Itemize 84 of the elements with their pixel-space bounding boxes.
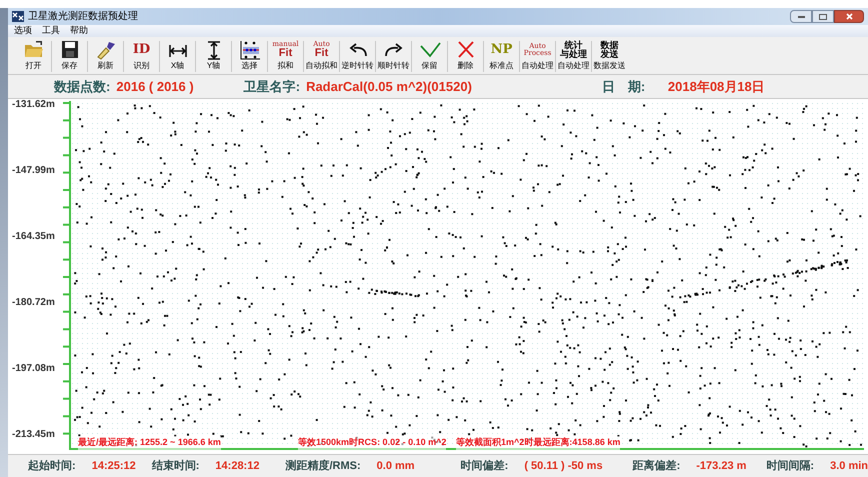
toolbar-button[interactable]: 逆时针转: [340, 39, 376, 74]
toolbar-label: 拟和: [278, 60, 294, 72]
menu-item[interactable]: 工具: [42, 24, 60, 38]
toolbar-button[interactable]: ID 识别: [124, 39, 160, 74]
status-value: 14:25:12: [92, 458, 136, 474]
rotate-right-icon: [384, 43, 402, 56]
axis-label: -131.62m: [12, 98, 55, 112]
icon-label: Fit: [314, 48, 328, 58]
toolbar-label: 选择: [242, 60, 258, 72]
app-icon: [12, 11, 24, 22]
info-label: 卫星名字:: [244, 78, 300, 96]
status-label: 测距精度/RMS:: [285, 458, 361, 474]
toolbar-label: 标准点: [490, 60, 514, 72]
close-icon: [458, 41, 474, 58]
status-value: 14:28:12: [215, 458, 260, 474]
toolbar-button[interactable]: 保留: [412, 39, 448, 74]
toolbar-label: X轴: [170, 60, 184, 72]
icon-label: ID: [132, 43, 150, 56]
status-value: 0.0 mm: [376, 458, 416, 474]
plot-note: 等效截面积1m^2时最远距离:4158.86 km: [456, 436, 620, 450]
axis-label: -180.72m: [12, 296, 55, 310]
toolbar-label: 保存: [62, 60, 78, 72]
toolbar-label: 删除: [458, 60, 474, 72]
check-icon: [420, 42, 440, 58]
toolbar-label: 顺时针转: [378, 60, 410, 72]
status-label: 起始时间:: [28, 458, 76, 474]
info-label: 日 期:: [602, 78, 646, 96]
info-label: 数据点数:: [54, 78, 110, 96]
icon-label: 发送: [600, 50, 619, 58]
toolbar-label: 自动处理: [558, 60, 590, 72]
icon-label: 统计: [564, 40, 583, 50]
status-label: 距离偏差:: [632, 458, 680, 474]
toolbar-label: 保留: [422, 60, 438, 72]
toolbar-label: 自动处理: [522, 60, 554, 72]
minimize-button[interactable]: [790, 10, 812, 23]
status-label: 时间偏差:: [460, 458, 508, 474]
brush-icon: [96, 42, 115, 60]
toolbar-button[interactable]: Y轴: [196, 39, 232, 74]
status-value: 3.0 min: [830, 458, 868, 474]
toolbar-label: 逆时针转: [342, 60, 374, 72]
toolbar-button[interactable]: 刷新: [88, 39, 124, 74]
axis-label: -213.45m: [12, 428, 55, 442]
window-title: 卫星激光测距数据预处理: [28, 10, 138, 24]
icon-label: 与处理: [560, 50, 588, 58]
toolbar-button[interactable]: 顺时针转: [376, 39, 412, 74]
icon-label: 数据: [600, 40, 619, 50]
toolbar-button[interactable]: 选择: [232, 39, 268, 74]
toolbar-button[interactable]: 保存: [52, 39, 88, 74]
menu-item[interactable]: 选项: [14, 24, 32, 38]
toolbar-label: 识别: [134, 60, 150, 72]
vertical-arrows-icon: [206, 41, 220, 60]
toolbar-label: Y轴: [206, 60, 220, 72]
maximize-button[interactable]: [812, 10, 834, 23]
status-value: -173.23 m: [696, 458, 746, 474]
status-label: 时间间隔:: [766, 458, 814, 474]
toolbar-button[interactable]: 数据 发送 数据发送: [592, 39, 628, 74]
toolbar-button[interactable]: 统计 与处理 自动处理: [556, 39, 592, 74]
axis-label: -197.08m: [12, 362, 55, 376]
menu-item[interactable]: 帮助: [70, 24, 88, 38]
toolbar-label: 数据发送: [594, 60, 626, 72]
icon-label: NP: [490, 43, 512, 56]
axis-label: -147.99m: [12, 164, 55, 178]
toolbar-button[interactable]: NP 标准点: [484, 39, 520, 74]
axis-label: -164.35m: [12, 230, 55, 244]
plot-note: 等效1500km时RCS: 0.02 - 0.10 m^2: [298, 436, 446, 450]
info-value: RadarCal(0.05 m^2)(01520): [306, 78, 472, 96]
status-value: ( 50.11 ) -50 ms: [524, 458, 603, 474]
close-icon: [846, 13, 852, 20]
status-label: 结束时间:: [152, 458, 200, 474]
horizontal-arrows-icon: [168, 44, 186, 58]
plot-note: 最近/最远距离: 1255.2 ~ 1966.6 km: [78, 436, 221, 450]
info-value: 2016 ( 2016 ): [116, 78, 194, 96]
icon-label: Fit: [278, 48, 292, 58]
selection-grid-icon: [240, 40, 260, 60]
toolbar-button[interactable]: X轴: [160, 39, 196, 74]
folder-icon: [24, 41, 43, 57]
info-value: 2018年08月18日: [668, 78, 765, 96]
toolbar-label: 自动拟和: [306, 60, 338, 72]
toolbar-label: 刷新: [98, 60, 114, 72]
toolbar-button[interactable]: 打开: [16, 39, 52, 74]
rotate-left-icon: [349, 43, 366, 56]
toolbar-label: 打开: [26, 60, 42, 72]
toolbar-button[interactable]: 删除: [448, 39, 484, 74]
close-button[interactable]: [834, 10, 864, 23]
